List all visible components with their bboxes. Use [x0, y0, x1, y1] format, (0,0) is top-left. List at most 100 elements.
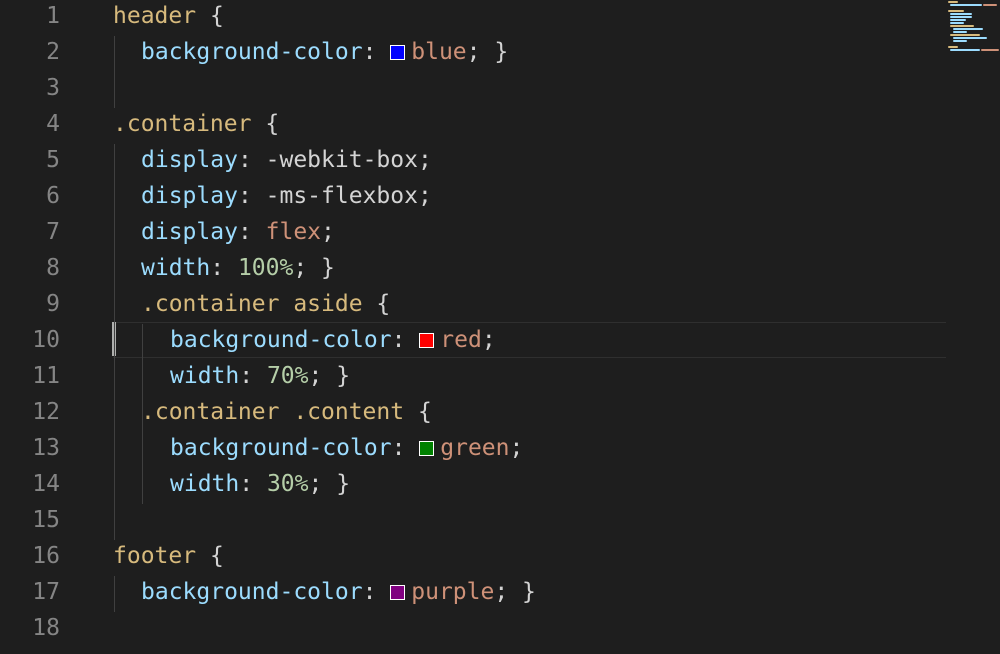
line-number: 15	[32, 507, 60, 533]
code-line-2: background-color: blue; }	[141, 34, 508, 70]
minimap-line	[950, 13, 972, 15]
brace: {	[196, 3, 224, 29]
colon: :	[391, 435, 420, 461]
color-swatch-purple[interactable]	[390, 585, 406, 600]
indent-guide	[114, 72, 115, 108]
css-number: 30%	[266, 471, 309, 497]
colon: :	[237, 183, 266, 209]
terminator: ;	[417, 183, 432, 209]
minimap[interactable]	[946, 0, 1000, 70]
css-value: purple	[411, 579, 495, 605]
css-selector: .container .content	[141, 399, 405, 425]
code-line-11: width: 70%; }	[170, 358, 350, 394]
css-property: display	[141, 147, 238, 173]
colon: :	[362, 579, 391, 605]
colon: :	[239, 363, 267, 389]
minimap-line	[953, 40, 967, 42]
color-swatch-blue[interactable]	[390, 45, 406, 60]
brace: {	[251, 111, 280, 137]
brace: {	[404, 399, 432, 425]
color-swatch-red[interactable]	[419, 333, 435, 348]
css-value: flex	[265, 219, 322, 245]
minimap-line	[948, 1, 958, 3]
css-selector: footer	[113, 543, 197, 569]
minimap-line	[953, 28, 983, 30]
line-number: 5	[46, 147, 60, 173]
code-line-8: width: 100%; }	[141, 250, 335, 286]
colon: :	[237, 219, 266, 245]
css-value: -ms-flexbox	[265, 183, 418, 209]
code-editor[interactable]: 1 2 3 4 5 6 7 8 9 10 11 12 13 14 15 16 1…	[0, 0, 1000, 654]
css-property: background-color	[141, 39, 363, 65]
minimap-line	[981, 49, 999, 51]
css-value: green	[440, 435, 510, 461]
line-number: 13	[32, 435, 60, 461]
code-line-5: display: -webkit-box;	[141, 142, 432, 178]
indent-guide	[114, 144, 115, 540]
minimap-line	[948, 10, 964, 12]
colon: :	[237, 147, 266, 173]
terminator: ; }	[308, 471, 351, 497]
css-property: background-color	[141, 579, 363, 605]
minimap-line	[983, 4, 997, 6]
code-line-1: header {	[113, 0, 224, 34]
code-line-10: background-color: red;	[170, 322, 496, 358]
terminator: ;	[417, 147, 432, 173]
line-number: 17	[32, 579, 60, 605]
terminator: ; }	[293, 255, 335, 281]
css-number: 70%	[266, 363, 309, 389]
line-number: 6	[46, 183, 60, 209]
code-line-9: .container aside {	[141, 286, 390, 322]
css-property: display	[141, 183, 238, 209]
line-number: 2	[46, 39, 60, 65]
css-selector: header	[113, 3, 197, 29]
css-property: display	[141, 219, 238, 245]
code-line-17: background-color: purple; }	[141, 574, 536, 610]
minimap-line	[953, 31, 967, 33]
code-area[interactable]: header { background-color: blue; } .cont…	[113, 0, 948, 654]
minimap-line	[950, 34, 980, 36]
code-line-14: width: 30%; }	[170, 466, 350, 502]
css-property: width	[141, 255, 211, 281]
line-number: 4	[46, 111, 60, 137]
color-swatch-green[interactable]	[419, 441, 435, 456]
minimap-line	[950, 25, 974, 27]
colon: :	[391, 327, 420, 353]
line-number-gutter: 1 2 3 4 5 6 7 8 9 10 11 12 13 14 15 16 1…	[0, 0, 100, 654]
terminator: ;	[509, 435, 524, 461]
minimap-line	[950, 19, 966, 21]
line-number: 12	[32, 399, 60, 425]
minimap-line	[950, 4, 982, 6]
code-line-16: footer {	[113, 538, 224, 574]
css-property: background-color	[170, 327, 392, 353]
code-line-13: background-color: green;	[170, 430, 523, 466]
line-number: 3	[46, 75, 60, 101]
line-number: 16	[32, 543, 60, 569]
minimap-line	[953, 37, 987, 39]
line-number: 7	[46, 219, 60, 245]
indent-guide	[114, 36, 115, 72]
terminator: ;	[321, 219, 335, 245]
terminator: ; }	[494, 579, 536, 605]
code-line-7: display: flex;	[141, 214, 335, 250]
line-number: 9	[46, 291, 60, 317]
terminator: ; }	[308, 363, 351, 389]
line-number: 14	[32, 471, 60, 497]
code-line-6: display: -ms-flexbox;	[141, 178, 432, 214]
css-property: background-color	[170, 435, 392, 461]
line-number: 11	[32, 363, 60, 389]
css-property: width	[170, 363, 240, 389]
css-number: 100%	[237, 255, 294, 281]
brace: {	[196, 543, 224, 569]
css-property: width	[170, 471, 240, 497]
css-value: red	[440, 327, 482, 353]
terminator: ;	[481, 327, 496, 353]
colon: :	[362, 39, 391, 65]
line-number: 18	[32, 615, 60, 641]
css-selector: .container aside	[141, 291, 363, 317]
indent-guide	[114, 576, 115, 612]
code-line-12: .container .content {	[141, 394, 432, 430]
line-number: 8	[46, 255, 60, 281]
colon: :	[239, 471, 267, 497]
brace: {	[362, 291, 391, 317]
